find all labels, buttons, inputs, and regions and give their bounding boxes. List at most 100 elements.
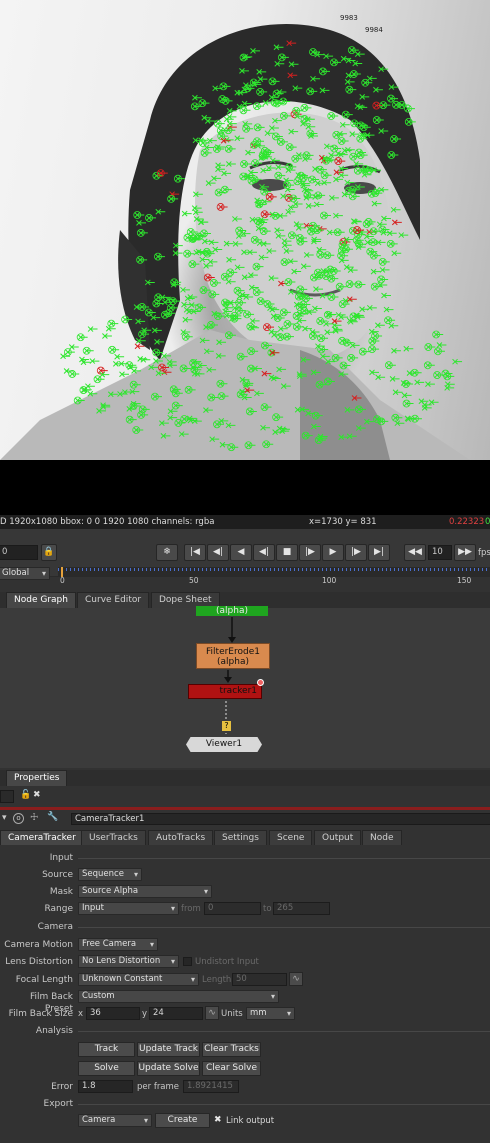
play-backward-icon[interactable]: ◀| [253,544,275,561]
viewer-info-bar: D 1920x1080 bbox: 0 0 1920 1080 channels… [0,515,490,529]
last-frame-icon[interactable]: ▶| [368,544,390,561]
length-field[interactable]: 50 [232,973,287,986]
per-frame-label: per frame [137,1082,180,1092]
clear-solve-button[interactable]: Clear Solve [202,1061,261,1076]
tab-node[interactable]: Node [362,830,402,845]
track-button[interactable]: Track [78,1042,135,1057]
solve-button[interactable]: Solve [78,1061,135,1076]
track-marker [253,102,264,111]
max-panels-field[interactable] [0,790,14,803]
create-button[interactable]: Create [155,1113,210,1128]
size-curve-icon[interactable]: ∿ [205,1006,219,1020]
film-back-preset-dropdown[interactable]: Custom [78,990,279,1003]
lens-distortion-dropdown[interactable]: No Lens Distortion [78,955,179,968]
size-y-field[interactable]: 24 [149,1007,203,1020]
update-solve-button[interactable]: Update Solve [137,1061,200,1076]
close-all-icon[interactable]: ✖ [33,790,41,800]
tab-cameratracker[interactable]: CameraTracker [0,830,84,845]
export-section-label: Export [43,1099,73,1109]
focal-length-dropdown[interactable]: Unknown Constant [78,973,199,986]
track-marker [428,399,439,406]
curve-icon[interactable]: ∿ [289,972,303,986]
source-dropdown[interactable]: Sequence [78,868,142,881]
tab-usertracks[interactable]: UserTracks [81,830,146,845]
snowflake-icon[interactable]: ❄ [156,544,178,561]
lock-icon[interactable]: 🔒 [41,544,57,561]
skip-back-icon[interactable]: ◀◀ [404,544,426,561]
viewer-node[interactable]: Viewer1 [186,737,262,752]
stop-icon[interactable]: ■ [276,544,298,561]
camera-motion-label: Camera Motion [4,940,73,950]
film-back-size-label: Film Back Size [8,1009,73,1019]
tab-output[interactable]: Output [314,830,362,845]
track-marker [108,345,120,354]
track-marker [89,358,100,364]
timeline[interactable] [58,567,490,577]
from-field[interactable]: 0 [204,902,261,915]
track-marker [102,333,112,339]
range-dropdown[interactable]: Input [78,902,179,915]
track-marker [181,210,192,217]
next-keyframe-icon[interactable]: |▶ [345,544,367,561]
to-field[interactable]: 265 [273,902,330,915]
size-y-label: y [142,1009,148,1019]
link-output-checkbox[interactable]: ✖ [214,1115,222,1125]
warning-icon: ? [222,721,231,731]
properties-divider [0,807,490,810]
collapse-icon[interactable]: ▾ [2,813,7,823]
track-marker [76,333,88,342]
track-marker [183,249,195,258]
export-type-dropdown[interactable]: Camera [78,1114,152,1127]
units-dropdown[interactable]: mm [246,1007,295,1020]
step-forward-icon[interactable]: ▶ [322,544,344,561]
play-forward-icon[interactable]: |▶ [299,544,321,561]
properties-tabbar: Properties [0,770,490,786]
color-picker-icon[interactable]: ☩ [30,813,38,823]
scope-dropdown[interactable]: Global [0,567,50,580]
timeline-ticks [58,568,490,571]
skip-forward-icon[interactable]: ▶▶ [454,544,476,561]
undistort-checkbox[interactable] [183,957,192,966]
error-field[interactable]: 1.8 [78,1080,133,1093]
camera-motion-dropdown[interactable]: Free Camera [78,938,158,951]
wrench-icon[interactable]: 🔧 [47,812,58,822]
clear-tracks-button[interactable]: Clear Tracks [202,1042,261,1057]
mask-dropdown[interactable]: Source Alpha [78,885,212,898]
node-name-field[interactable]: CameraTracker1 [71,813,490,825]
tab-curve-editor[interactable]: Curve Editor [77,592,150,608]
viewer-image[interactable]: 9983 9984 [0,0,490,460]
center-node-icon[interactable]: o [13,813,24,824]
tab-node-graph[interactable]: Node Graph [6,592,76,608]
first-frame-icon[interactable]: |◀ [184,544,206,561]
viewer-letterbox [0,460,490,515]
step-back-icon[interactable]: ◀ [230,544,252,561]
track-marker [180,329,191,335]
tab-settings[interactable]: Settings [214,830,267,845]
mask-label: Mask [49,887,73,897]
node-graph-panel[interactable]: (alpha) FilterErode1 (alpha) tracker1 ? … [0,606,490,768]
track-marker [391,250,402,257]
per-frame-field[interactable]: 1.8921415 [183,1080,239,1093]
track-marker [114,353,125,360]
update-track-button[interactable]: Update Track [137,1042,200,1057]
from-label: from [181,904,201,914]
fps-field[interactable]: 10 [428,545,452,560]
lock-panel-icon[interactable]: 🔓 [20,790,31,800]
camera-tracker-node[interactable]: tracker1 [188,684,262,699]
tab-properties[interactable]: Properties [6,770,68,786]
track-marker [384,361,396,370]
size-x-field[interactable]: 36 [86,1007,140,1020]
tab-scene[interactable]: Scene [269,830,313,845]
overlay-label-1: 9983 [340,14,358,22]
track-marker [188,260,200,269]
timeline-tick-150: 150 [457,576,472,585]
track-marker [374,322,385,329]
track-marker [383,306,394,313]
frame-field[interactable]: 0 [0,545,38,560]
tab-autotracks[interactable]: AutoTracks [148,830,214,845]
upstream-node[interactable]: (alpha) [196,606,268,616]
focal-length-label: Focal Length [15,975,73,985]
filter-erode-node[interactable]: FilterErode1 (alpha) [196,643,270,669]
prev-keyframe-icon[interactable]: ◀| [207,544,229,561]
timeline-tick-0: 0 [60,576,65,585]
